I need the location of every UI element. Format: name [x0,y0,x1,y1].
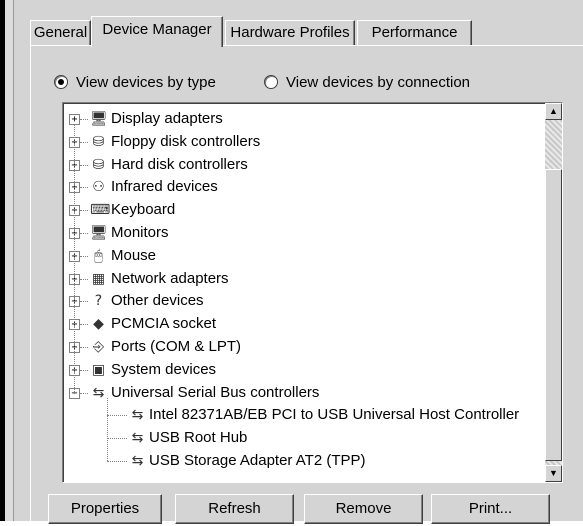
tree-connector [107,415,127,417]
remove-button[interactable]: Remove [304,494,423,524]
tree-connector [80,187,88,189]
device-category-row[interactable]: − ⇆ Universal Serial Bus controllers [63,382,541,405]
usb-device-label: Intel 82371AB/EB PCI to USB Universal Ho… [149,406,520,424]
device-category-row[interactable]: + ◆ PCMCIA socket [63,313,541,336]
keyboard-icon: ⌨ [90,202,111,219]
tree-connector [80,278,88,280]
monitor-icon: 🖥 [90,224,108,241]
usb-icon: ⇆ [131,430,144,447]
scroll-thumb[interactable] [545,169,562,461]
tree-connector [80,324,88,326]
device-category-row[interactable]: + ⛁ Hard disk controllers [63,154,541,177]
device-category-row[interactable]: + ▦ Network adapters [63,268,541,291]
tab-general[interactable]: General [30,20,91,45]
device-category-label: Network adapters [111,269,229,287]
device-category-label: Floppy disk controllers [111,132,261,150]
infrared-icon: ⚇ [92,179,105,196]
tree-vertical-connector [74,124,75,394]
hard-disk-controller-icon: ⛁ [92,156,105,173]
tree-connector [80,392,88,394]
view-by-connection-label: View devices by connection [286,73,470,91]
device-category-row[interactable]: + ⛁ Floppy disk controllers [63,131,541,154]
floppy-controller-icon: ⛁ [92,133,105,150]
device-category-row[interactable]: + 🖱 Mouse [63,245,541,268]
usb-device-row[interactable]: ⇆ USB Storage Adapter AT2 (TPP) [63,450,541,473]
device-category-row[interactable]: + 🖥 Monitors [63,222,541,245]
mouse-icon: 🖱 [94,247,103,264]
view-by-connection-radio[interactable] [264,75,278,89]
tree-connector [80,164,88,166]
tree-connector [80,210,88,212]
usb-device-label: USB Storage Adapter AT2 (TPP) [149,451,366,469]
tree-connector [80,255,88,257]
device-category-label: Display adapters [111,110,223,127]
device-category-label: Infrared devices [111,178,218,196]
usb-icon: ⇆ [92,384,105,401]
usb-device-label: USB Root Hub [149,429,248,447]
view-by-type-radio[interactable] [54,75,68,89]
device-category-row[interactable]: + ▣ System devices [63,359,541,382]
tree-connector [107,438,127,440]
device-category-label: Keyboard [111,201,176,219]
device-category-row[interactable]: + 🖥 Display adapters [63,108,541,131]
tab-device-manager[interactable]: Device Manager [91,16,223,47]
device-category-label: Monitors [111,223,169,241]
device-category-row[interactable]: + ⎆ Ports (COM & LPT) [63,336,541,359]
view-by-type-option[interactable]: View devices by type [54,72,216,92]
device-category-label: Hard disk controllers [111,155,248,173]
tree-connector [80,301,88,303]
properties-button[interactable]: Properties [48,494,162,524]
tree-connector [107,460,127,462]
device-category-label: System devices [111,360,217,378]
view-by-type-label: View devices by type [76,73,216,91]
view-by-connection-option[interactable]: View devices by connection [264,72,470,92]
tree-connector [80,346,88,348]
system-properties-dialog: General Device Manager Hardware Profiles… [14,0,583,526]
usb-device-row[interactable]: ⇆ Intel 82371AB/EB PCI to USB Universal H… [63,404,541,427]
tree-connector [80,369,88,371]
scroll-down-button[interactable]: ▼ [545,465,562,482]
system-icon: ▣ [91,361,106,378]
tree-connector [80,119,88,120]
tree-connector [80,232,88,234]
network-adapter-icon: ▦ [91,270,106,287]
vertical-scrollbar[interactable]: ▲ ▼ [545,103,562,482]
device-category-row[interactable]: + ⚇ Infrared devices [63,176,541,199]
port-icon: ⎆ [92,338,105,355]
device-category-row[interactable]: + ⌨ Keyboard [63,199,541,222]
display-adapter-icon: 🖥 [90,111,108,127]
device-category-label: Universal Serial Bus controllers [111,383,320,401]
device-category-label: Other devices [111,292,204,310]
device-tree-list: + 🖥 Display adapters + ⛁ Floppy disk controll… [63,108,541,473]
tab-strip: General Device Manager Hardware Profiles… [30,16,583,47]
device-category-label: Mouse [111,246,157,264]
usb-icon: ⇆ [131,452,144,469]
pcmcia-icon: ◆ [93,316,104,333]
device-category-label: PCMCIA socket [111,315,217,333]
scroll-up-button[interactable]: ▲ [545,103,562,120]
refresh-button[interactable]: Refresh [175,494,294,524]
tab-performance[interactable]: Performance [357,20,472,45]
device-category-label: Ports (COM & LPT) [111,337,242,355]
usb-device-row[interactable]: ⇆ USB Root Hub [63,427,541,450]
window-border [5,0,14,521]
usb-vertical-connector [107,398,108,461]
question-icon: ? [94,293,103,310]
device-tree[interactable]: + 🖥 Display adapters + ⛁ Floppy disk controll… [62,102,563,483]
print-button[interactable]: Print... [431,494,550,524]
device-category-row[interactable]: +? Other devices [63,290,541,313]
tree-connector [80,141,88,143]
usb-icon: ⇆ [131,407,144,424]
tab-hardware-profiles[interactable]: Hardware Profiles [225,20,355,45]
